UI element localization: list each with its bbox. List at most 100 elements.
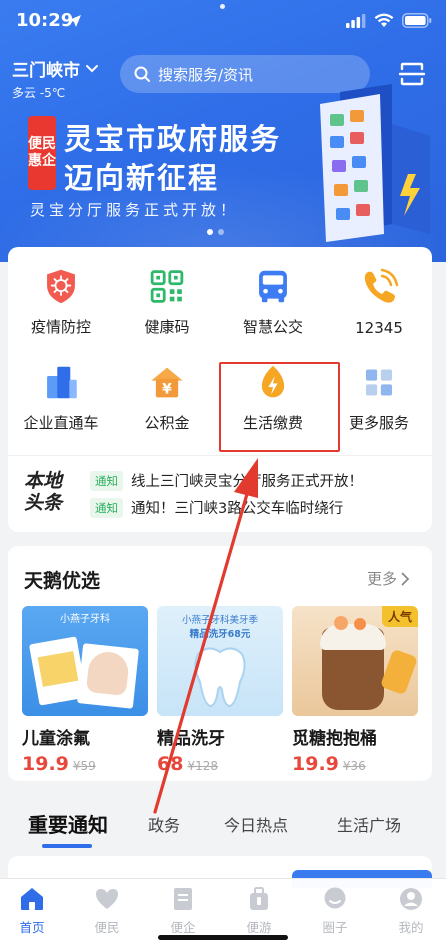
nav-label: 便企: [170, 920, 196, 935]
shop-more-link[interactable]: 更多: [367, 568, 410, 589]
product-name: 觅糖抱抱桶: [292, 729, 377, 749]
tab-active-indicator: [42, 844, 92, 848]
hero-header: 10:29 三门峡市 多云 -5℃ 搜索服务/资讯 便民 惠企 灵宝市政府服务 …: [0, 0, 446, 262]
bus-icon: [259, 270, 287, 303]
nav-travel[interactable]: 便游: [222, 885, 296, 936]
product-card[interactable]: 小燕子牙科美牙季 精品洗牙68元 精品洗牙 68 ¥128: [157, 606, 283, 775]
weather-text: 多云 -5℃: [12, 86, 66, 100]
status-time: 10:29: [16, 10, 74, 31]
search-icon: [134, 66, 150, 82]
banner-tag-line1: 便民: [28, 136, 56, 152]
tooth-icon: [194, 647, 246, 708]
tab-life-square[interactable]: 生活广场: [337, 812, 401, 836]
product-badge: 人气: [381, 606, 418, 627]
service-label: 企业直通车: [23, 414, 99, 432]
product-image-caption: 小燕子牙科: [60, 614, 110, 625]
nav-label: 首页: [19, 920, 45, 935]
nav-circle[interactable]: 圈子: [298, 885, 372, 936]
content-tabs: 重要通知 政务 今日热点 生活广场: [0, 800, 446, 850]
local-headlines: 本地 头条 通知 线上三门峡灵宝分厅服务正式开放！ 通知 通知！三门峡3路公交车…: [8, 455, 432, 532]
signal-icon: [346, 13, 366, 28]
svg-text:¥: ¥: [162, 382, 172, 398]
product-name: 精品洗牙: [157, 729, 225, 749]
nav-enterprise[interactable]: 便企: [146, 885, 220, 936]
product-old-price: ¥36: [342, 759, 366, 773]
news-tag: 通知: [90, 497, 123, 518]
headlines-logo-line2: 头条: [24, 492, 63, 514]
service-utility-payment[interactable]: 生活缴费: [220, 343, 326, 433]
banner-title-line1[interactable]: 灵宝市政府服务: [64, 116, 281, 158]
news-text: 线上三门峡灵宝分厅服务正式开放！: [131, 474, 363, 490]
service-epidemic[interactable]: 疫情防控: [8, 247, 114, 337]
product-image-caption: 小燕子牙科美牙季: [181, 615, 258, 626]
product-card[interactable]: 小燕子牙科 儿童涂氟 19.9 ¥59: [22, 606, 148, 775]
carousel-dot[interactable]: [207, 229, 213, 235]
product-image: 小燕子牙科: [22, 606, 148, 716]
service-housing-fund[interactable]: ¥ 公积金: [114, 343, 220, 433]
grid-more-icon: [366, 369, 392, 396]
notch-dot: [220, 4, 225, 9]
product-old-price: ¥59: [72, 759, 96, 773]
banner-tag: 便民 惠企: [28, 116, 56, 190]
service-more[interactable]: 更多服务: [326, 343, 432, 433]
service-label: 生活缴费: [242, 414, 303, 432]
shield-virus-icon: [47, 269, 75, 304]
search-placeholder: 搜索服务/资讯: [158, 65, 254, 84]
carousel-dot[interactable]: [218, 229, 224, 235]
product-image: 小燕子牙科美牙季 精品洗牙68元: [157, 606, 283, 716]
city-name: 三门峡市: [12, 61, 80, 81]
service-label: 更多服务: [348, 414, 409, 432]
news-item[interactable]: 通知 线上三门峡灵宝分厅服务正式开放！: [90, 470, 363, 491]
home-icon: [21, 888, 43, 910]
headlines-logo-line1: 本地: [24, 470, 63, 492]
nav-mine[interactable]: 我的: [374, 885, 446, 936]
chevron-down-icon: [86, 64, 98, 72]
document-icon: [174, 888, 192, 910]
house-fund-icon: ¥: [151, 367, 183, 398]
banner-tag-line2: 惠企: [28, 153, 56, 169]
location-selector[interactable]: 三门峡市 多云 -5℃: [12, 56, 98, 101]
qr-code-icon: [150, 270, 184, 303]
nav-label: 我的: [398, 920, 424, 935]
product-image-caption-2: 精品洗牙68元: [189, 629, 251, 640]
product-old-price: ¥128: [187, 759, 218, 773]
service-health-code[interactable]: 健康码: [114, 247, 220, 337]
service-12345[interactable]: 12345: [326, 247, 432, 337]
nav-convenience[interactable]: 便民: [70, 885, 144, 936]
service-label: 健康码: [144, 318, 190, 336]
tab-government[interactable]: 政务: [148, 812, 180, 836]
suitcase-icon: [250, 887, 268, 910]
nav-home[interactable]: 首页: [0, 885, 69, 936]
heart-icon: [96, 889, 118, 909]
buildings-icon: [47, 366, 77, 399]
banner-title-line2[interactable]: 迈向新征程: [64, 155, 219, 197]
product-price: 19.9: [22, 753, 69, 775]
nav-label: 便游: [246, 920, 272, 935]
wifi-icon: [374, 13, 394, 27]
service-label: 疫情防控: [30, 318, 91, 336]
status-icons: [346, 13, 432, 28]
banner-illustration: [320, 84, 430, 242]
product-card[interactable]: 人气 觅糖抱抱桶 19.9 ¥36: [292, 606, 418, 775]
shop-more-label: 更多: [366, 570, 397, 588]
nav-label: 便民: [94, 920, 120, 935]
home-indicator: [158, 935, 288, 940]
chevron-right-icon: [401, 572, 410, 585]
status-bar: 10:29: [0, 0, 446, 44]
news-item[interactable]: 通知 通知！三门峡3路公交车临时绕行: [90, 497, 343, 518]
service-label: 公积金: [144, 414, 190, 432]
product-image: 人气: [292, 606, 418, 716]
location-arrow-icon: [69, 15, 81, 27]
service-label: 12345: [355, 319, 403, 337]
news-tag: 通知: [90, 470, 123, 491]
service-enterprise[interactable]: 企业直通车: [8, 343, 114, 433]
phone-icon: [364, 268, 399, 303]
tab-important-notice[interactable]: 重要通知: [28, 809, 108, 838]
service-smart-bus[interactable]: 智慧公交: [220, 247, 326, 337]
chat-icon: [324, 887, 346, 909]
tab-hot-today[interactable]: 今日热点: [224, 812, 288, 836]
product-price: 19.9: [292, 753, 339, 775]
carousel-dots: [207, 229, 224, 235]
product-price: 68: [157, 753, 184, 775]
user-icon: [400, 888, 422, 910]
